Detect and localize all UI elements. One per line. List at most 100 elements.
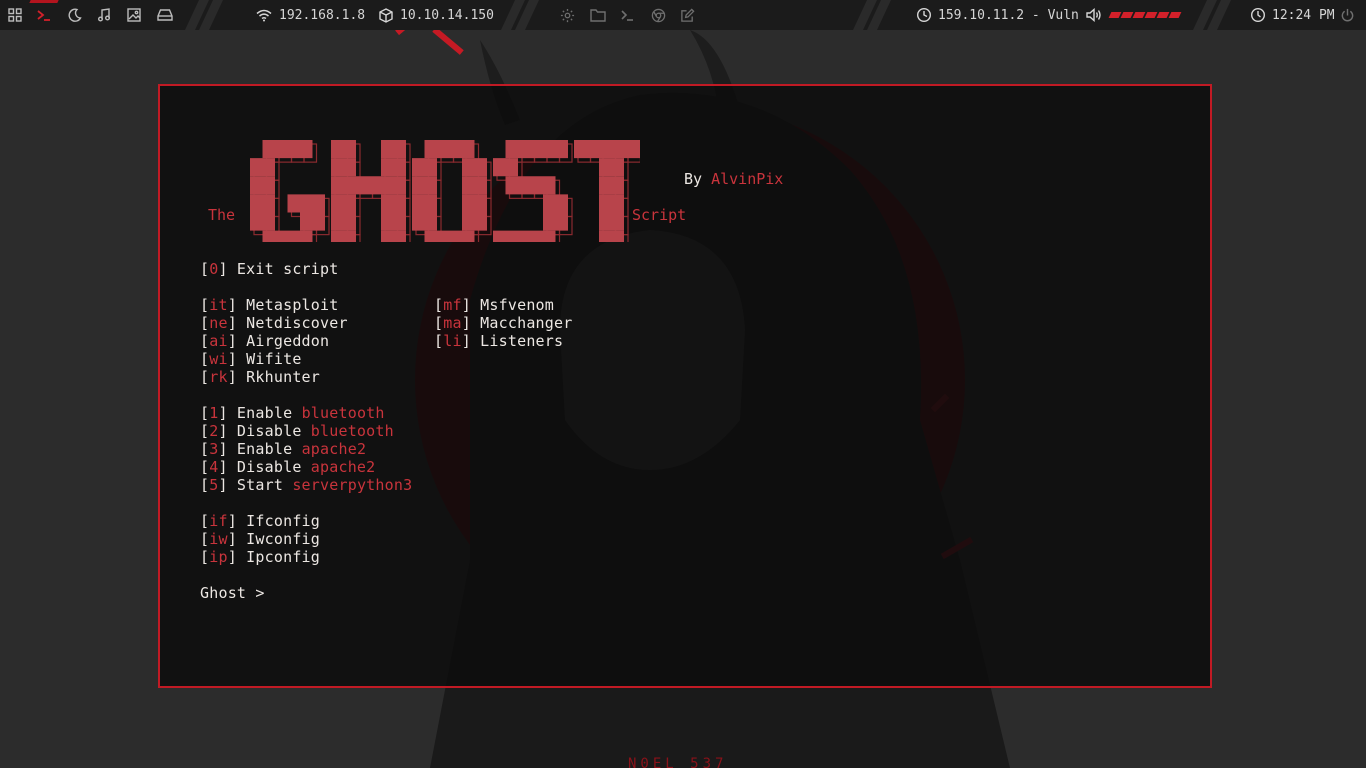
logo-pixel	[262, 230, 275, 242]
browser-icon[interactable]	[651, 0, 666, 30]
logo-pixel	[518, 230, 531, 242]
logo-pixel	[505, 158, 518, 177]
logo-pixel	[381, 194, 394, 213]
wifi-status[interactable]: 192.168.1.8	[256, 0, 365, 30]
logo-pixel	[505, 140, 518, 159]
music-icon[interactable]	[97, 0, 111, 30]
logo-pixel	[331, 140, 344, 159]
menu-action: Enable	[227, 404, 302, 422]
logo-pixel	[412, 212, 425, 231]
menu-label: Listeners	[470, 332, 564, 350]
logo-pixel	[287, 230, 300, 242]
logo-pixel	[437, 140, 450, 159]
logo-pixel	[424, 158, 437, 177]
terminal-window[interactable]: The Script By AlvinPix [0] Exit script […	[158, 84, 1212, 688]
volume-level-bar[interactable]	[1108, 12, 1182, 18]
logo-pixel	[493, 158, 506, 177]
edit-icon[interactable]	[680, 0, 695, 30]
power-icon[interactable]	[1340, 0, 1355, 30]
drive-icon[interactable]	[157, 0, 173, 30]
logo-pixel	[611, 158, 624, 177]
wifi-icon	[256, 7, 272, 23]
logo-pixel	[599, 176, 612, 195]
terminal-icon[interactable]	[36, 0, 52, 30]
author-name: AlvinPix	[711, 170, 784, 188]
clock[interactable]: 12:24 PM	[1250, 0, 1335, 30]
target-status[interactable]: 159.10.11.2 - Vuln	[916, 0, 1079, 30]
menu-label: Rkhunter	[236, 368, 321, 386]
volume-control[interactable]	[1086, 0, 1182, 30]
logo-pixel	[437, 230, 450, 242]
menu-item-ipconfig: [ip] Ipconfig	[200, 548, 321, 566]
menu-item-airgeddon: [ai] Airgeddon	[200, 332, 330, 350]
logo-pixel	[543, 140, 556, 159]
logo-pixel	[393, 158, 406, 177]
logo-pixel	[505, 176, 518, 195]
settings-icon[interactable]	[560, 0, 575, 30]
menu-key: ma	[443, 314, 462, 332]
menu-item-disable-bluetooth: [2] Disable bluetooth	[200, 422, 394, 440]
logo-pixel	[393, 176, 406, 195]
command-prompt[interactable]: Ghost >	[200, 584, 274, 602]
grid-icon[interactable]	[8, 0, 22, 30]
logo-pixel	[574, 140, 587, 159]
menu-label: Airgeddon	[236, 332, 330, 350]
logo-pixel	[424, 140, 437, 159]
logo-pixel	[530, 176, 543, 195]
moon-icon[interactable]	[68, 0, 82, 30]
logo-pixel	[555, 140, 568, 159]
top-bar: 192.168.1.8 10.10.14.150 159.10.11.2 - V…	[0, 0, 1366, 30]
logo-pixel	[424, 212, 437, 231]
terminal-app-icon[interactable]	[620, 0, 636, 30]
logo-pixel	[505, 230, 518, 242]
logo-pixel	[250, 176, 263, 195]
menu-label: Wifite	[236, 350, 302, 368]
logo-pixel	[331, 158, 344, 177]
menu-item-enable-apache2: [3] Enable apache2	[200, 440, 367, 458]
vpn-status[interactable]: 10.10.14.150	[378, 0, 494, 30]
logo-pixel	[599, 158, 612, 177]
cube-icon	[378, 7, 394, 23]
logo-pixel	[381, 212, 394, 231]
clock-icon	[1250, 7, 1266, 23]
menu-key: ip	[209, 548, 228, 566]
menu-item-exit: [0] Exit script	[200, 260, 339, 278]
logo-pixel	[393, 194, 406, 213]
logo-pixel	[424, 194, 437, 213]
logo-pixel	[518, 140, 531, 159]
logo-pixel	[462, 140, 475, 159]
logo-pixel	[331, 194, 344, 213]
logo-pixel	[611, 194, 624, 213]
menu-item-ifconfig: [if] Ifconfig	[200, 512, 321, 530]
logo-pixel	[462, 158, 475, 177]
menu-item-msfvenom: [mf] Msfvenom	[434, 296, 555, 314]
menu-key: if	[209, 512, 228, 530]
logo-pixel	[518, 176, 531, 195]
logo-pixel	[462, 230, 475, 242]
logo-pixel	[474, 158, 487, 177]
menu-action: Disable	[227, 422, 311, 440]
logo-pixel	[412, 176, 425, 195]
logo-pixel	[611, 140, 624, 159]
logo-pixel	[555, 212, 568, 231]
logo-pixel	[393, 140, 406, 159]
logo-pixel	[424, 230, 437, 242]
logo-pixel	[624, 140, 637, 159]
logo-pixel	[474, 194, 487, 213]
logo-pixel	[250, 194, 263, 213]
logo-pixel	[312, 194, 325, 213]
folder-icon[interactable]	[590, 0, 606, 30]
logo-pixel	[636, 140, 640, 159]
menu-item-metasploit: [it] Metasploit	[200, 296, 339, 314]
menu-item-macchanger: [ma] Macchanger	[434, 314, 573, 332]
menu-item-start-serverpython3: [5] Start serverpython3	[200, 476, 413, 494]
menu-item-enable-bluetooth: [1] Enable bluetooth	[200, 404, 385, 422]
logo-pixel	[381, 230, 394, 242]
logo-pixel	[343, 140, 356, 159]
logo-pixel	[474, 176, 487, 195]
image-icon[interactable]	[127, 0, 141, 30]
menu-key: it	[209, 296, 228, 314]
menu-label: Exit script	[227, 260, 339, 278]
logo-pixel	[275, 140, 288, 159]
logo-pixel	[586, 140, 599, 159]
